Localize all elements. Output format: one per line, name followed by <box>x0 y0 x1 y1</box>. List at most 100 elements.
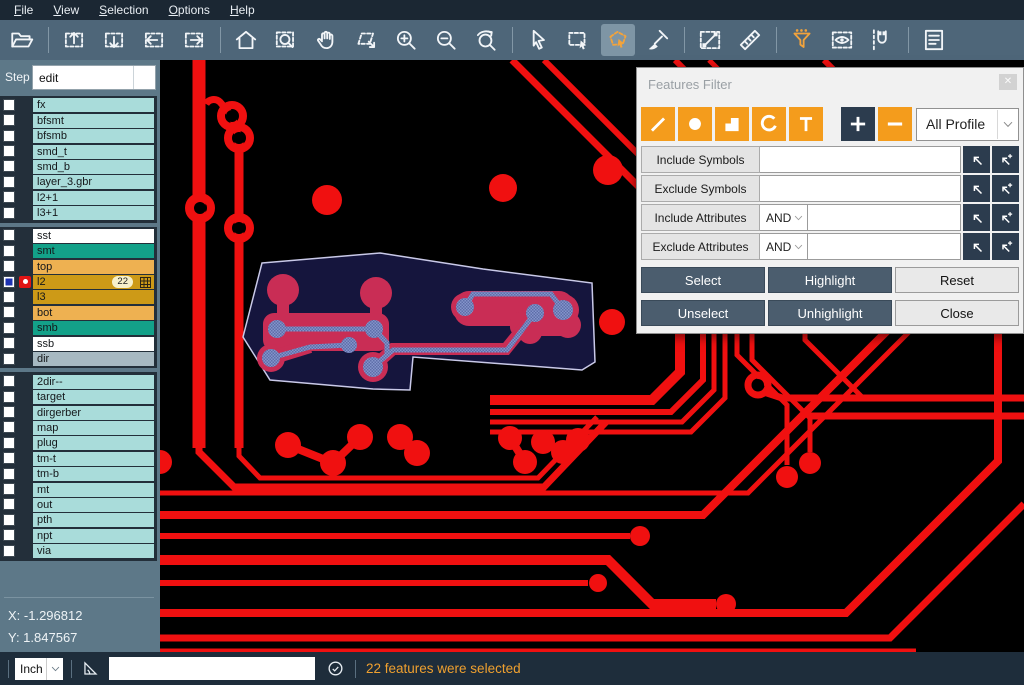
layer-checkbox-plug[interactable] <box>3 437 15 449</box>
refresh-icon[interactable] <box>324 658 346 680</box>
layer-label-tm-b[interactable]: tm-b <box>33 467 154 481</box>
zoom-previous-icon[interactable] <box>469 24 503 56</box>
layer-label-smd_t[interactable]: smd_t <box>33 145 154 159</box>
exclude-attributes-logic-select[interactable]: AND <box>760 233 808 260</box>
menu-item-help[interactable]: Help <box>220 1 265 20</box>
exclude-attributes-button[interactable]: Exclude Attributes <box>641 233 760 260</box>
layer-label-smb[interactable]: smb <box>33 321 154 335</box>
layer-checkbox-smt[interactable] <box>3 245 15 257</box>
close-button[interactable]: Close <box>895 300 1019 326</box>
layer-checkbox-bot[interactable] <box>3 306 15 318</box>
pick-from-canvas-button[interactable] <box>963 175 990 202</box>
layer-checkbox-sst[interactable] <box>3 229 15 241</box>
layer-label-smt[interactable]: smt <box>33 244 154 258</box>
pick-add-from-canvas-button[interactable] <box>992 204 1019 231</box>
layer-label-ssb[interactable]: ssb <box>33 337 154 351</box>
layer-label-l2[interactable]: l222 <box>33 275 154 289</box>
zoom-home-icon[interactable] <box>229 24 263 56</box>
pick-add-from-canvas-button[interactable] <box>992 146 1019 173</box>
layer-checkbox-tm-b[interactable] <box>3 468 15 480</box>
layer-checkbox-smd_b[interactable] <box>3 160 15 172</box>
layer-label-tm-t[interactable]: tm-t <box>33 452 154 466</box>
exclude-symbols-button[interactable]: Exclude Symbols <box>641 175 760 202</box>
layer-checkbox-bfsmt[interactable] <box>3 114 15 126</box>
filter-pad-button[interactable] <box>678 107 712 141</box>
layer-label-2dir--[interactable]: 2dir-- <box>33 375 154 389</box>
menu-item-file[interactable]: File <box>4 1 43 20</box>
layer-checkbox-target[interactable] <box>3 391 15 403</box>
pick-from-canvas-button[interactable] <box>963 204 990 231</box>
polygon-select-icon[interactable] <box>601 24 635 56</box>
layer-label-top[interactable]: top <box>33 260 154 274</box>
layer-checkbox-dirgerber[interactable] <box>3 406 15 418</box>
layer-label-npt[interactable]: npt <box>33 529 154 543</box>
layer-checkbox-smb[interactable] <box>3 322 15 334</box>
layer-checkbox-l2[interactable] <box>3 276 15 288</box>
select-button[interactable]: Select <box>641 267 765 293</box>
measure-ruler-icon[interactable] <box>733 24 767 56</box>
layer-checkbox-npt[interactable] <box>3 529 15 541</box>
filter-arc-button[interactable] <box>752 107 786 141</box>
reset-button[interactable]: Reset <box>895 267 1019 293</box>
layer-checkbox-pth[interactable] <box>3 514 15 526</box>
snap-mode-icon[interactable] <box>865 24 899 56</box>
layer-checkbox-via[interactable] <box>3 545 15 557</box>
clear-highlight-icon[interactable] <box>641 24 675 56</box>
unselect-button[interactable]: Unselect <box>641 300 765 326</box>
layer-label-sst[interactable]: sst <box>33 229 154 243</box>
angle-measure-icon[interactable] <box>79 658 101 680</box>
rect-select-icon[interactable] <box>561 24 595 56</box>
open-file-icon[interactable] <box>5 24 39 56</box>
filter-line-button[interactable] <box>641 107 675 141</box>
highlight-button[interactable]: Highlight <box>768 267 892 293</box>
layer-label-l2+1[interactable]: l2+1 <box>33 191 154 205</box>
select-arrow-icon[interactable] <box>521 24 555 56</box>
layer-label-l3[interactable]: l3 <box>33 290 154 304</box>
layer-checkbox-smd_t[interactable] <box>3 145 15 157</box>
layer-label-bfsmb[interactable]: bfsmb <box>33 129 154 143</box>
step-select[interactable]: edit <box>32 65 156 90</box>
filter-surface-button[interactable] <box>715 107 749 141</box>
menu-item-options[interactable]: Options <box>159 1 220 20</box>
layer-label-l3+1[interactable]: l3+1 <box>33 206 154 220</box>
zoom-in-icon[interactable] <box>389 24 423 56</box>
layer-checkbox-bfsmb[interactable] <box>3 130 15 142</box>
unit-select[interactable]: Inch <box>15 658 63 680</box>
add-filter-button[interactable] <box>841 107 875 141</box>
layer-label-via[interactable]: via <box>33 544 154 558</box>
layer-label-mt[interactable]: mt <box>33 483 154 497</box>
menu-item-view[interactable]: View <box>43 1 89 20</box>
layer-label-plug[interactable]: plug <box>33 436 154 450</box>
pan-hand-icon[interactable] <box>309 24 343 56</box>
layer-checkbox-ssb[interactable] <box>3 337 15 349</box>
exclude-attributes-input[interactable] <box>808 233 961 260</box>
layer-checkbox-mt[interactable] <box>3 483 15 495</box>
pan-down-icon[interactable] <box>97 24 131 56</box>
layer-label-layer_3.gbr[interactable]: layer_3.gbr <box>33 175 154 189</box>
layer-label-bot[interactable]: bot <box>33 306 154 320</box>
layer-label-pth[interactable]: pth <box>33 513 154 527</box>
exclude-symbols-input[interactable] <box>760 175 961 202</box>
menu-item-selection[interactable]: Selection <box>89 1 158 20</box>
layer-checkbox-map[interactable] <box>3 421 15 433</box>
layer-label-bfsmt[interactable]: bfsmt <box>33 114 154 128</box>
layer-checkbox-layer_3.gbr[interactable] <box>3 176 15 188</box>
layer-checkbox-fx[interactable] <box>3 99 15 111</box>
measure-distance-icon[interactable] <box>693 24 727 56</box>
unhighlight-button[interactable]: Unhighlight <box>768 300 892 326</box>
layer-label-fx[interactable]: fx <box>33 98 154 112</box>
layer-checkbox-l2+1[interactable] <box>3 191 15 203</box>
include-symbols-button[interactable]: Include Symbols <box>641 146 760 173</box>
layer-label-map[interactable]: map <box>33 421 154 435</box>
profile-select[interactable]: All Profile <box>916 108 1019 141</box>
include-symbols-input[interactable] <box>760 146 961 173</box>
layer-label-target[interactable]: target <box>33 390 154 404</box>
layer-checkbox-l3[interactable] <box>3 291 15 303</box>
layer-checkbox-dir[interactable] <box>3 353 15 365</box>
layer-checkbox-l3+1[interactable] <box>3 207 15 219</box>
remove-filter-button[interactable] <box>878 107 912 141</box>
layer-checkbox-top[interactable] <box>3 260 15 272</box>
pick-from-canvas-button[interactable] <box>963 146 990 173</box>
pick-add-from-canvas-button[interactable] <box>992 175 1019 202</box>
pan-up-icon[interactable] <box>57 24 91 56</box>
